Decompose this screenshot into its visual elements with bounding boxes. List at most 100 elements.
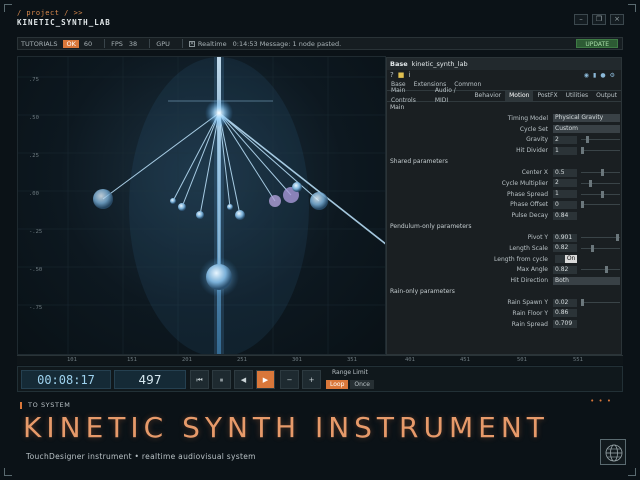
range-limit-label: Range Limit (332, 369, 368, 376)
rain-spawn-y-field[interactable]: 0.02 (553, 298, 577, 307)
param-row: Pulse Decay 0.84 (387, 210, 621, 221)
panel-title-name: kinetic_synth_lab (411, 60, 468, 68)
y-tick: .25 (29, 153, 39, 159)
param-label: Timing Model (507, 114, 548, 122)
param-label: Rain Spawn Y (507, 299, 548, 307)
realtime-label: Realtime (197, 39, 227, 48)
rewind-button[interactable]: ⏮ (190, 370, 209, 389)
update-button[interactable]: UPDATE (576, 39, 618, 48)
cycle-multiplier-slider[interactable] (581, 179, 620, 187)
minimize-button[interactable]: – (574, 14, 588, 25)
phase-offset-field[interactable]: 0 (553, 200, 577, 209)
length-from-cycle-toggle[interactable]: On (553, 255, 577, 264)
globe-icon[interactable] (600, 439, 626, 465)
pulse-decay-field[interactable]: 0.84 (553, 211, 577, 220)
realtime-checkbox[interactable]: ✕ (188, 40, 195, 47)
phase-spread-field[interactable]: 1 (553, 190, 577, 199)
section-shared: Shared parameters (390, 158, 448, 166)
length-scale-slider[interactable] (581, 244, 620, 252)
loop-button[interactable]: Loop (326, 380, 349, 389)
corner-bracket (4, 4, 12, 12)
maximize-button[interactable]: ❐ (592, 14, 606, 25)
tab-utilities[interactable]: Utilities (562, 91, 593, 101)
slider-knob[interactable] (616, 234, 619, 242)
once-button[interactable]: Once (350, 380, 374, 389)
hit-divider-field[interactable]: 1 (553, 146, 577, 155)
comment-icon[interactable]: ● (600, 72, 605, 79)
phase-spread-slider[interactable] (581, 190, 620, 198)
timing-model-menu[interactable]: Physical Gravity (553, 114, 620, 123)
accent-bar (20, 401, 22, 409)
help-icon[interactable]: ? (390, 71, 394, 79)
to-system-label: TO SYSTEM (28, 401, 71, 409)
hit-divider-slider[interactable] (581, 147, 620, 155)
rain-spread-field[interactable]: 0.709 (553, 320, 577, 329)
decrement-button[interactable]: − (280, 370, 299, 389)
status-message: 0:14:53 Message: 1 node pasted. (232, 39, 342, 48)
toggle-off[interactable] (555, 255, 566, 264)
ok-badge[interactable]: OK (63, 39, 79, 48)
slider-knob[interactable] (601, 169, 604, 177)
frame-field[interactable]: 497 (114, 370, 186, 389)
tab-audio-midi[interactable]: Audio / MIDI (431, 86, 471, 106)
divider (104, 39, 106, 48)
settings-icon[interactable]: ⚙ (610, 72, 615, 79)
pivot-y-field[interactable]: 0.901 (553, 233, 577, 242)
rain-floor-y-field[interactable]: 0.86 (553, 309, 577, 318)
slider-knob[interactable] (601, 190, 604, 198)
param-label: Length from cycle (494, 255, 548, 263)
slider-knob[interactable] (591, 244, 594, 252)
param-label: Max Angle (516, 266, 548, 274)
toggle-on[interactable]: On (565, 255, 577, 264)
phase-offset-slider[interactable] (581, 201, 620, 209)
gravity-slider[interactable] (581, 136, 620, 144)
slider-knob[interactable] (605, 266, 608, 274)
max-angle-slider[interactable] (581, 266, 620, 274)
tab-motion[interactable]: Motion (505, 91, 534, 101)
gravity-field[interactable]: 2 (553, 135, 577, 144)
play-button[interactable]: ▶ (256, 370, 275, 389)
slider-knob[interactable] (581, 147, 584, 155)
rain-spawn-y-slider[interactable] (581, 299, 620, 307)
step-back-button[interactable]: ◀ (234, 370, 253, 389)
ruler-tick: 151 (127, 357, 137, 363)
length-scale-field[interactable]: 0.82 (553, 244, 577, 253)
param-label: Cycle Set (519, 125, 548, 133)
timeline-ruler[interactable]: 101 151 201 251 301 351 401 451 501 551 (17, 355, 623, 365)
pivot-y-slider[interactable] (581, 234, 620, 242)
slider-knob[interactable] (589, 179, 592, 187)
center-x-slider[interactable] (581, 169, 620, 177)
cycle-multiplier-field[interactable]: 2 (553, 179, 577, 188)
slider-knob[interactable] (586, 136, 589, 144)
max-angle-field[interactable]: 0.82 (553, 265, 577, 274)
info-icon[interactable]: i (408, 71, 410, 79)
pause-button[interactable]: ⏸ (212, 370, 231, 389)
slider-knob[interactable] (581, 299, 584, 307)
center-x-field[interactable]: 0.5 (553, 168, 577, 177)
slider-knob[interactable] (581, 201, 584, 209)
tab-postfx[interactable]: PostFX (533, 91, 561, 101)
tab-behavior[interactable]: Behavior (470, 91, 505, 101)
param-label: Length Scale (509, 244, 548, 252)
more-icon[interactable]: • • • (590, 397, 612, 405)
panel-title-prefix: Base (390, 60, 408, 68)
database-icon[interactable]: ◉ (584, 72, 589, 79)
subtitle: TouchDesigner instrument • realtime audi… (26, 452, 256, 461)
cycle-set-menu[interactable]: Custom (553, 125, 620, 134)
breadcrumb[interactable]: / project / >> (17, 9, 83, 17)
increment-button[interactable]: + (302, 370, 321, 389)
to-system-link[interactable]: TO SYSTEM (20, 401, 70, 409)
tab-output[interactable]: Output (592, 91, 621, 101)
y-tick: -.75 (29, 305, 43, 311)
param-row: Pivot Y 0.901 (387, 232, 621, 243)
render-viewport[interactable]: .75 .50 .25 .00 -.25 -.50 -.75 (17, 56, 386, 355)
hit-direction-menu[interactable]: Both (553, 276, 620, 285)
close-button[interactable]: × (610, 14, 624, 25)
ruler-tick: 501 (517, 357, 527, 363)
bookmark-icon[interactable]: ▮ (593, 72, 596, 79)
divider (181, 39, 183, 48)
tutorials-button[interactable]: TUTORIALS (21, 40, 57, 48)
pendulum-visual (18, 57, 385, 354)
python-icon[interactable]: ■ (398, 71, 405, 79)
y-tick: .50 (29, 115, 39, 121)
